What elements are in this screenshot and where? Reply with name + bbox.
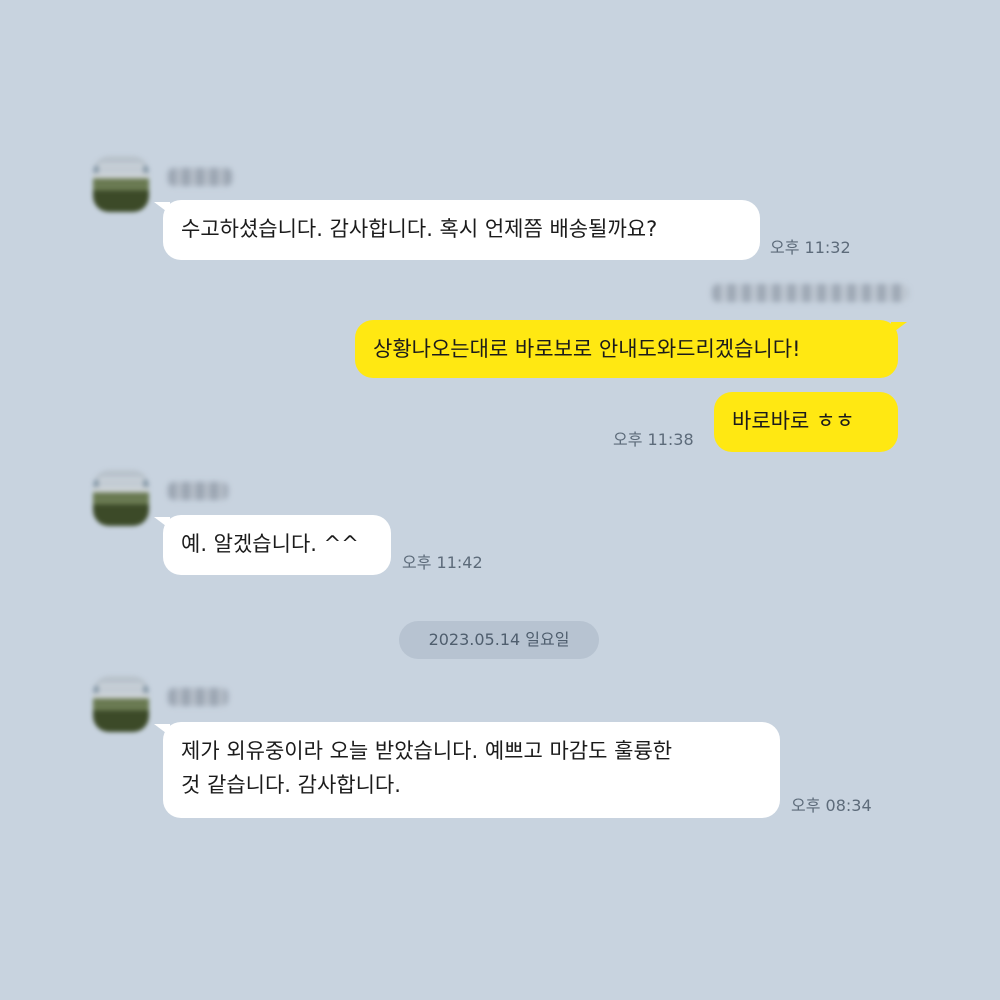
- outgoing-message-bubble[interactable]: 상황나오는대로 바로보로 안내도와드리겠습니다!: [355, 320, 907, 378]
- date-divider: 2023.05.14 일요일: [399, 621, 599, 659]
- sender-avatar[interactable]: [93, 156, 149, 212]
- message-text-line: 것 같습니다. 감사합니다.: [181, 773, 401, 797]
- message-text-line: 제가 외유중이라 오늘 받았습니다. 예쁘고 마감도 훌륭한: [181, 739, 673, 763]
- sender-avatar[interactable]: [93, 470, 149, 526]
- message-time: 오후 11:32: [770, 238, 851, 257]
- sender-name-blurred: [168, 688, 228, 706]
- outgoing-message-bubble[interactable]: 바로바로 ㅎㅎ: [714, 392, 898, 452]
- chat-room: 수고하셨습니다. 감사합니다. 혹시 언제쯤 배송될까요? 오후 11:32 상…: [0, 0, 1000, 1000]
- message-text: 바로바로 ㅎㅎ: [732, 409, 855, 433]
- message-text: 예. 알겠습니다. ^^: [181, 532, 359, 556]
- sender-name-blurred: [168, 482, 228, 500]
- incoming-message-bubble[interactable]: 수고하셨습니다. 감사합니다. 혹시 언제쯤 배송될까요?: [154, 200, 760, 260]
- sender-name-blurred: [168, 168, 232, 186]
- incoming-message-bubble[interactable]: 예. 알겠습니다. ^^: [154, 515, 391, 575]
- message-time: 오후 11:38: [613, 430, 694, 449]
- message-time: 오후 08:34: [791, 796, 872, 815]
- message-text: 상황나오는대로 바로보로 안내도와드리겠습니다!: [373, 337, 801, 361]
- sender-avatar[interactable]: [93, 676, 149, 732]
- message-time: 오후 11:42: [402, 553, 483, 572]
- incoming-message-bubble[interactable]: 제가 외유중이라 오늘 받았습니다. 예쁘고 마감도 훌륭한 것 같습니다. 감…: [154, 722, 780, 818]
- my-name-blurred: [712, 284, 908, 302]
- message-text: 수고하셨습니다. 감사합니다. 혹시 언제쯤 배송될까요?: [181, 217, 658, 241]
